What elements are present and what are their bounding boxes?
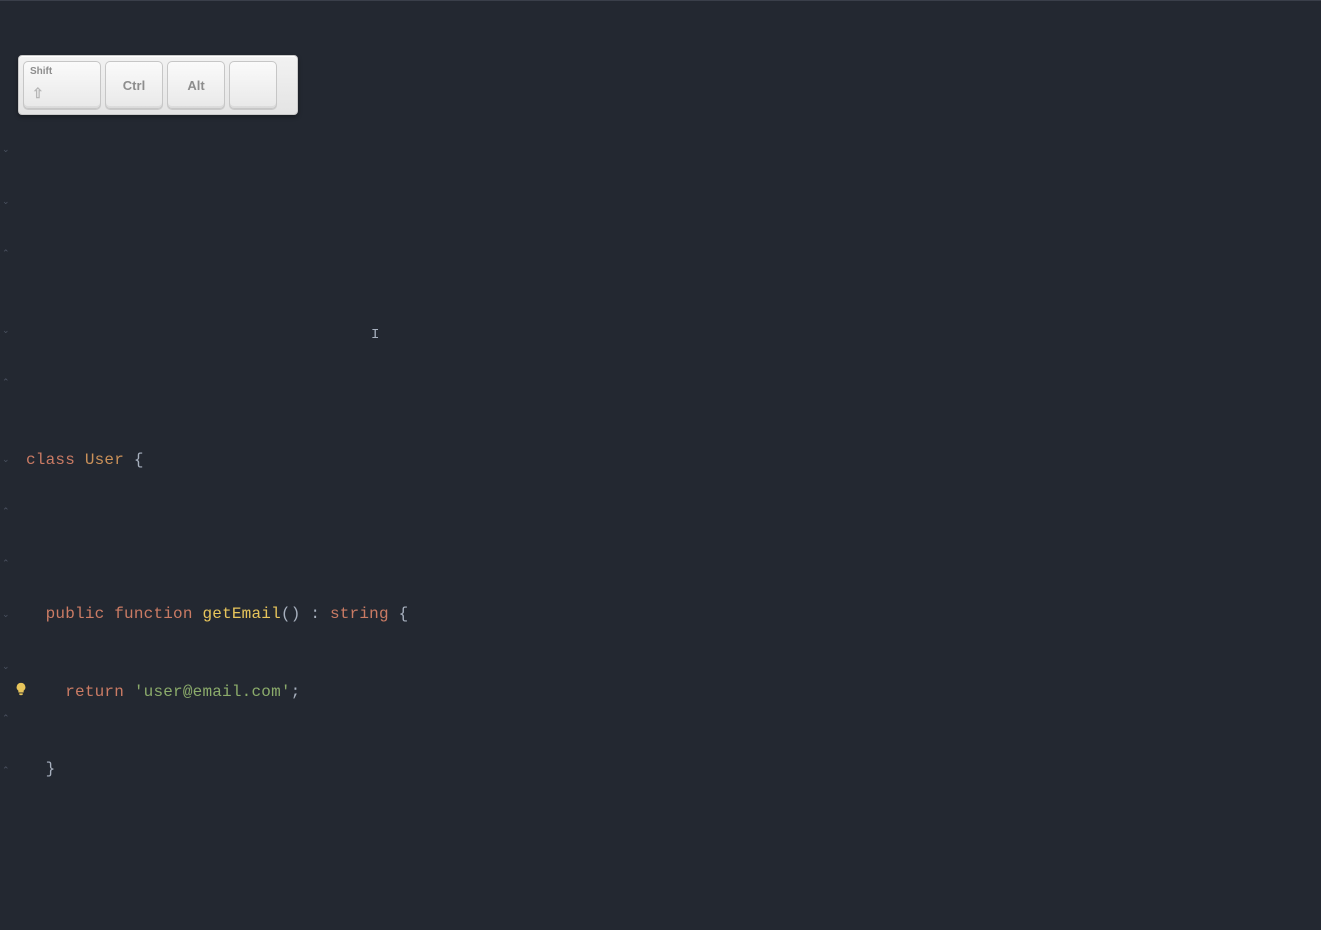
code-line[interactable]: [26, 370, 1321, 396]
fold-icon[interactable]: ⌄: [2, 455, 10, 465]
code-line[interactable]: [26, 293, 1321, 319]
fold-icon[interactable]: ⌃: [2, 249, 10, 259]
key-blank: [229, 61, 277, 109]
fold-icon[interactable]: ⌄: [2, 197, 10, 207]
code-editor[interactable]: ⌄ ⌄ ⌃ ⌄ ⌃ ⌄ ⌃ ⌃ ⌄ ⌄ ⌃ ⌃ <?php class User…: [0, 0, 1321, 930]
code-line[interactable]: [26, 525, 1321, 551]
code-line[interactable]: [26, 138, 1321, 164]
code-line[interactable]: public function getEmail() : string {: [26, 602, 1321, 628]
key-shift: Shift ⇧: [23, 61, 101, 109]
code-line[interactable]: [26, 912, 1321, 930]
fold-icon[interactable]: ⌃: [2, 559, 10, 569]
code-line[interactable]: [26, 215, 1321, 241]
shift-arrow-icon: ⇧: [32, 85, 44, 102]
fold-icon[interactable]: ⌃: [2, 766, 10, 776]
code-line[interactable]: }: [26, 757, 1321, 783]
code-area[interactable]: <?php class User { public function getEm…: [26, 9, 1321, 930]
fold-icon[interactable]: ⌄: [2, 662, 10, 672]
code-line[interactable]: [26, 835, 1321, 861]
gutter: ⌄ ⌄ ⌃ ⌄ ⌃ ⌄ ⌃ ⌃ ⌄ ⌄ ⌃ ⌃: [0, 9, 12, 909]
fold-icon[interactable]: ⌃: [2, 378, 10, 388]
fold-icon[interactable]: ⌄: [2, 145, 10, 155]
shortcut-overlay: Shift ⇧ Ctrl Alt: [18, 55, 298, 115]
key-ctrl: Ctrl: [105, 61, 163, 109]
fold-icon[interactable]: ⌄: [2, 610, 10, 620]
text-cursor-icon: I: [371, 327, 379, 343]
code-line[interactable]: class User {: [26, 448, 1321, 474]
fold-icon[interactable]: ⌃: [2, 507, 10, 517]
key-alt: Alt: [167, 61, 225, 109]
code-line[interactable]: return 'user@email.com';: [26, 680, 1321, 706]
fold-icon[interactable]: ⌄: [2, 326, 10, 336]
fold-icon[interactable]: ⌃: [2, 714, 10, 724]
